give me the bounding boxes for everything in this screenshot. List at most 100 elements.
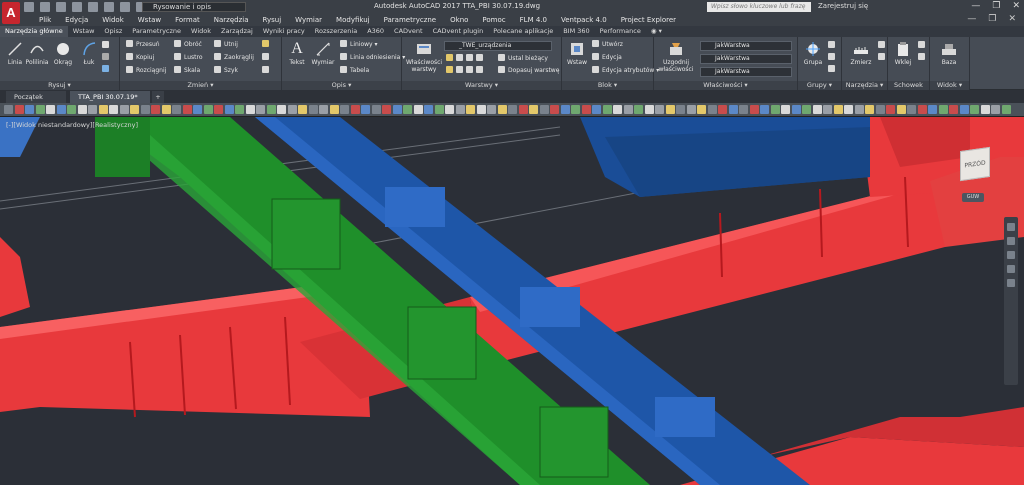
- panel-title[interactable]: Rysuj ▾: [0, 81, 119, 90]
- menu-item[interactable]: Parametryczne: [377, 15, 444, 25]
- toolbar-button-icon[interactable]: [403, 105, 412, 114]
- wcs-menu[interactable]: GUW: [962, 193, 984, 202]
- toolbar-button-icon[interactable]: [781, 105, 790, 114]
- menu-item[interactable]: Project Explorer: [614, 15, 683, 25]
- toolbar-button-icon[interactable]: [844, 105, 853, 114]
- layer-properties-tool[interactable]: Właściwości warstwy: [406, 41, 442, 73]
- toolbar-button-icon[interactable]: [1001, 105, 1011, 114]
- measure-tool[interactable]: Zmierz: [846, 41, 876, 66]
- toolbar-button-icon[interactable]: [287, 105, 297, 114]
- layer-dropdown[interactable]: _TWE_urządzenia: [444, 41, 552, 51]
- toolbar-button-icon[interactable]: [907, 105, 916, 114]
- zoom-icon[interactable]: [1007, 251, 1015, 259]
- menu-item[interactable]: Wymiar: [288, 15, 329, 25]
- toolbar-button-icon[interactable]: [308, 105, 318, 114]
- linetype-dropdown[interactable]: JakWarstwa: [700, 54, 792, 64]
- new-tab-button[interactable]: +: [152, 91, 164, 103]
- menu-item[interactable]: Pomoc: [475, 15, 512, 25]
- polyline-tool[interactable]: Polilinia: [24, 41, 50, 66]
- toolbar-button-icon[interactable]: [182, 105, 192, 114]
- toolbar-button-icon[interactable]: [329, 105, 339, 114]
- save-as-icon[interactable]: [72, 2, 82, 12]
- toolbar-button-icon[interactable]: [4, 105, 13, 114]
- toolbar-button-icon[interactable]: [277, 105, 286, 114]
- rotate-tool[interactable]: Obróć: [174, 40, 202, 50]
- toolbar-button-icon[interactable]: [340, 105, 349, 114]
- toolbar-button-icon[interactable]: [623, 105, 633, 114]
- toolbar-button-icon[interactable]: [707, 105, 717, 114]
- toolbar-button-icon[interactable]: [119, 105, 129, 114]
- open-file-icon[interactable]: [40, 2, 50, 12]
- match-layer-tool[interactable]: Dopasuj warstwę: [498, 66, 559, 76]
- toolbar-button-icon[interactable]: [581, 105, 591, 114]
- menu-item[interactable]: Ventpack 4.0: [554, 15, 614, 25]
- match-properties-tool[interactable]: Uzgodnij właściwości: [658, 41, 694, 73]
- toolbar-button-icon[interactable]: [256, 105, 265, 114]
- doc-close-icon[interactable]: ✕: [1008, 14, 1016, 24]
- toolbar-button-icon[interactable]: [130, 105, 139, 114]
- toolbar-button-icon[interactable]: [151, 105, 160, 114]
- ribbon-tab[interactable]: Narzędzia główne: [0, 26, 68, 37]
- toolbar-button-icon[interactable]: [46, 105, 55, 114]
- toolbar-button-icon[interactable]: [350, 105, 360, 114]
- toolbar-button-icon[interactable]: [298, 105, 307, 114]
- ribbon-tab[interactable]: Opisz: [99, 26, 127, 37]
- ribbon-tab[interactable]: Performance: [595, 26, 646, 37]
- toolbar-button-icon[interactable]: [917, 105, 927, 114]
- toolbar-button-icon[interactable]: [508, 105, 517, 114]
- sign-in-button[interactable]: Zarejestruj się: [818, 2, 868, 10]
- print-icon[interactable]: [88, 2, 98, 12]
- toolbar-button-icon[interactable]: [161, 105, 171, 114]
- toolbar-button-icon[interactable]: [865, 105, 874, 114]
- group-select-tool[interactable]: [828, 65, 838, 75]
- panel-title[interactable]: Widok ▾: [930, 81, 969, 90]
- toolbar-button-icon[interactable]: [214, 105, 223, 114]
- toolbar-button-icon[interactable]: [571, 105, 580, 114]
- toolbar-button-icon[interactable]: [413, 105, 423, 114]
- toolbar-button-icon[interactable]: [980, 105, 990, 114]
- toolbar-button-icon[interactable]: [88, 105, 97, 114]
- toolbar-button-icon[interactable]: [14, 105, 24, 114]
- menu-item[interactable]: Edycja: [58, 15, 95, 25]
- menu-item[interactable]: Plik: [32, 15, 58, 25]
- toolbar-button-icon[interactable]: [991, 105, 1000, 114]
- toolbar-button-icon[interactable]: [140, 105, 150, 114]
- toolbar-button-icon[interactable]: [665, 105, 675, 114]
- ribbon-tab[interactable]: Wyniki pracy: [258, 26, 310, 37]
- toolbar-button-icon[interactable]: [823, 105, 832, 114]
- toolbar-button-icon[interactable]: [644, 105, 654, 114]
- panel-title[interactable]: Narzędzia ▾: [842, 81, 887, 90]
- utility-tool-2[interactable]: [878, 53, 888, 63]
- toolbar-button-icon[interactable]: [760, 105, 769, 114]
- panel-title[interactable]: Zmień ▾: [120, 81, 281, 90]
- toolbar-button-icon[interactable]: [445, 105, 454, 114]
- toolbar-button-icon[interactable]: [518, 105, 528, 114]
- scale-tool[interactable]: Skala: [174, 66, 200, 76]
- toolbar-button-icon[interactable]: [812, 105, 822, 114]
- toolbar-button-icon[interactable]: [529, 105, 538, 114]
- steering-wheel-icon[interactable]: [1007, 223, 1015, 231]
- copy-clip-tool[interactable]: [918, 53, 928, 63]
- showmotion-icon[interactable]: [1007, 279, 1015, 287]
- toolbar-button-icon[interactable]: [77, 105, 87, 114]
- new-file-icon[interactable]: [24, 2, 34, 12]
- toolbar-button-icon[interactable]: [319, 105, 328, 114]
- trim-tool[interactable]: Utnij: [214, 40, 238, 50]
- panel-title[interactable]: Schowek: [888, 81, 929, 90]
- drawing-viewport[interactable]: [-][Widok niestandardowy][Realistyczny] …: [0, 117, 1024, 485]
- toolbar-button-icon[interactable]: [371, 105, 381, 114]
- toolbar-button-icon[interactable]: [739, 105, 748, 114]
- ribbon-display-toggle-icon[interactable]: ◉ ▾: [646, 26, 667, 37]
- toolbar-button-icon[interactable]: [235, 105, 244, 114]
- toolbar-button-icon[interactable]: [886, 105, 895, 114]
- menu-item[interactable]: Narzędzia: [207, 15, 256, 25]
- stretch-tool[interactable]: Rozciągnij: [126, 66, 166, 76]
- toolbar-button-icon[interactable]: [959, 105, 969, 114]
- base-view-tool[interactable]: Baza: [936, 41, 962, 66]
- cut-tool[interactable]: [918, 41, 928, 51]
- toolbar-button-icon[interactable]: [938, 105, 948, 114]
- pan-icon[interactable]: [1007, 237, 1015, 245]
- file-tab-drawing[interactable]: TTA_PBI 30.07.19*: [70, 91, 150, 103]
- color-dropdown[interactable]: JakWarstwa: [700, 41, 792, 51]
- toolbar-button-icon[interactable]: [686, 105, 696, 114]
